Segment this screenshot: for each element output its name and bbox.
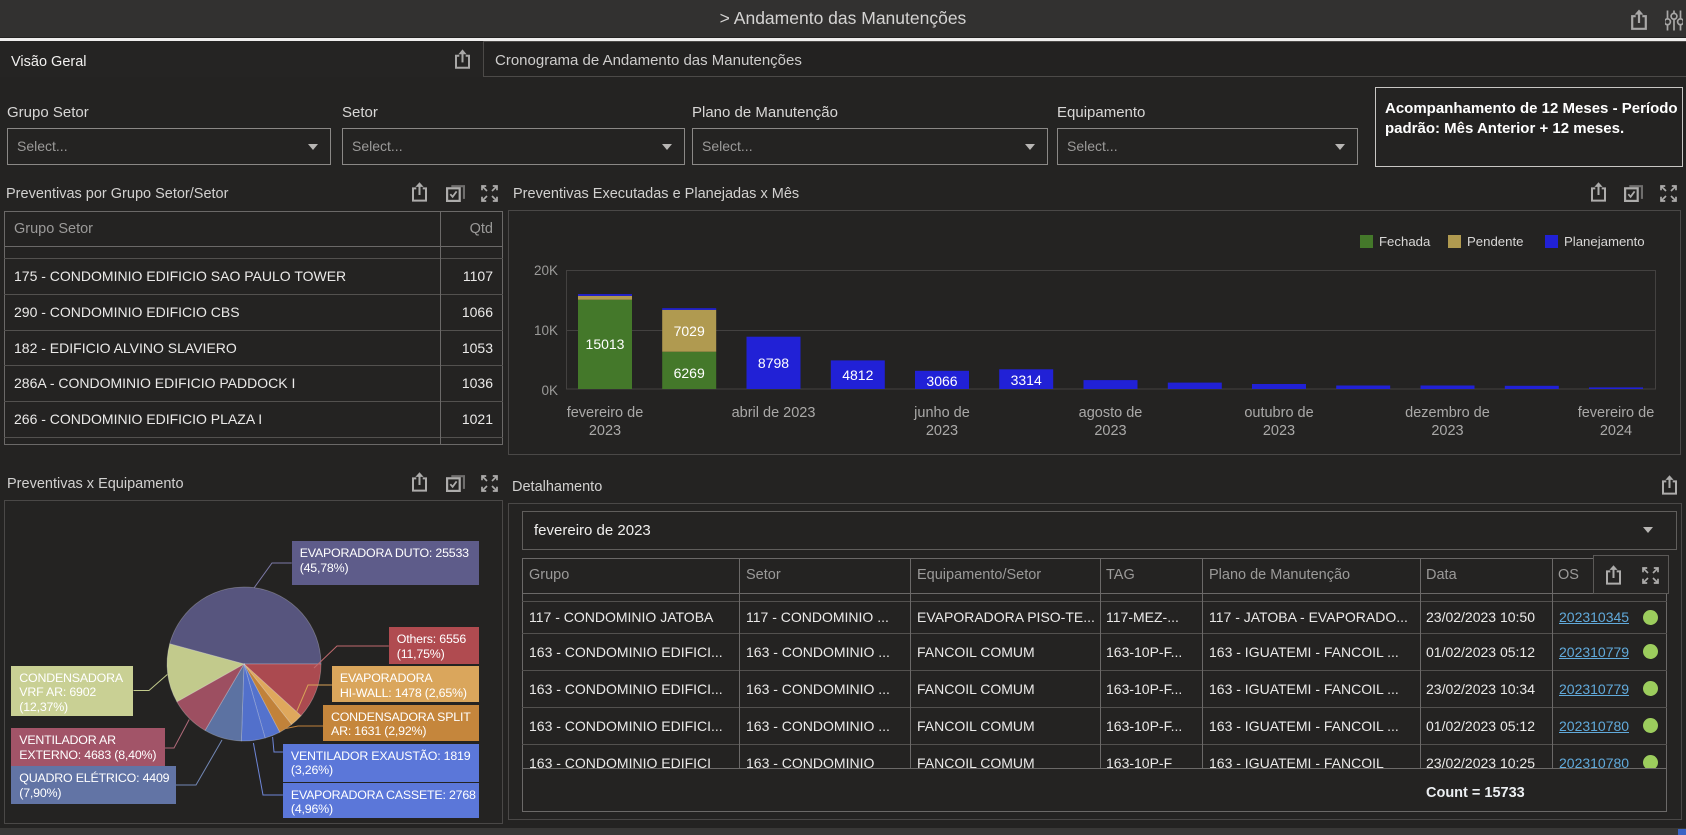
svg-text:15013: 15013 [586,336,625,352]
svg-text:8798: 8798 [758,355,789,371]
svg-text:2023: 2023 [1263,423,1295,439]
svg-text:Pendente: Pendente [1467,234,1523,249]
svg-text:4812: 4812 [842,367,873,383]
svg-text:fevereiro de: fevereiro de [1578,405,1655,421]
svg-text:2023: 2023 [1431,423,1463,439]
svg-text:2023: 2023 [1094,423,1126,439]
svg-text:fevereiro de: fevereiro de [567,405,644,421]
svg-text:3066: 3066 [926,373,957,389]
svg-text:6269: 6269 [674,365,705,381]
svg-text:2024: 2024 [1600,423,1632,439]
svg-text:3314: 3314 [1011,372,1042,388]
svg-text:10K: 10K [534,323,558,338]
svg-text:agosto de: agosto de [1079,405,1143,421]
svg-text:2023: 2023 [589,423,621,439]
svg-text:0K: 0K [541,383,558,398]
svg-text:20K: 20K [534,263,558,278]
svg-text:junho de: junho de [913,405,970,421]
svg-text:2023: 2023 [926,423,958,439]
svg-text:outubro de: outubro de [1244,405,1313,421]
svg-text:Fechada: Fechada [1379,234,1431,249]
svg-text:7029: 7029 [674,323,705,339]
svg-text:Planejamento: Planejamento [1564,234,1645,249]
svg-text:abril de 2023: abril de 2023 [732,405,816,421]
svg-text:dezembro de: dezembro de [1405,405,1490,421]
